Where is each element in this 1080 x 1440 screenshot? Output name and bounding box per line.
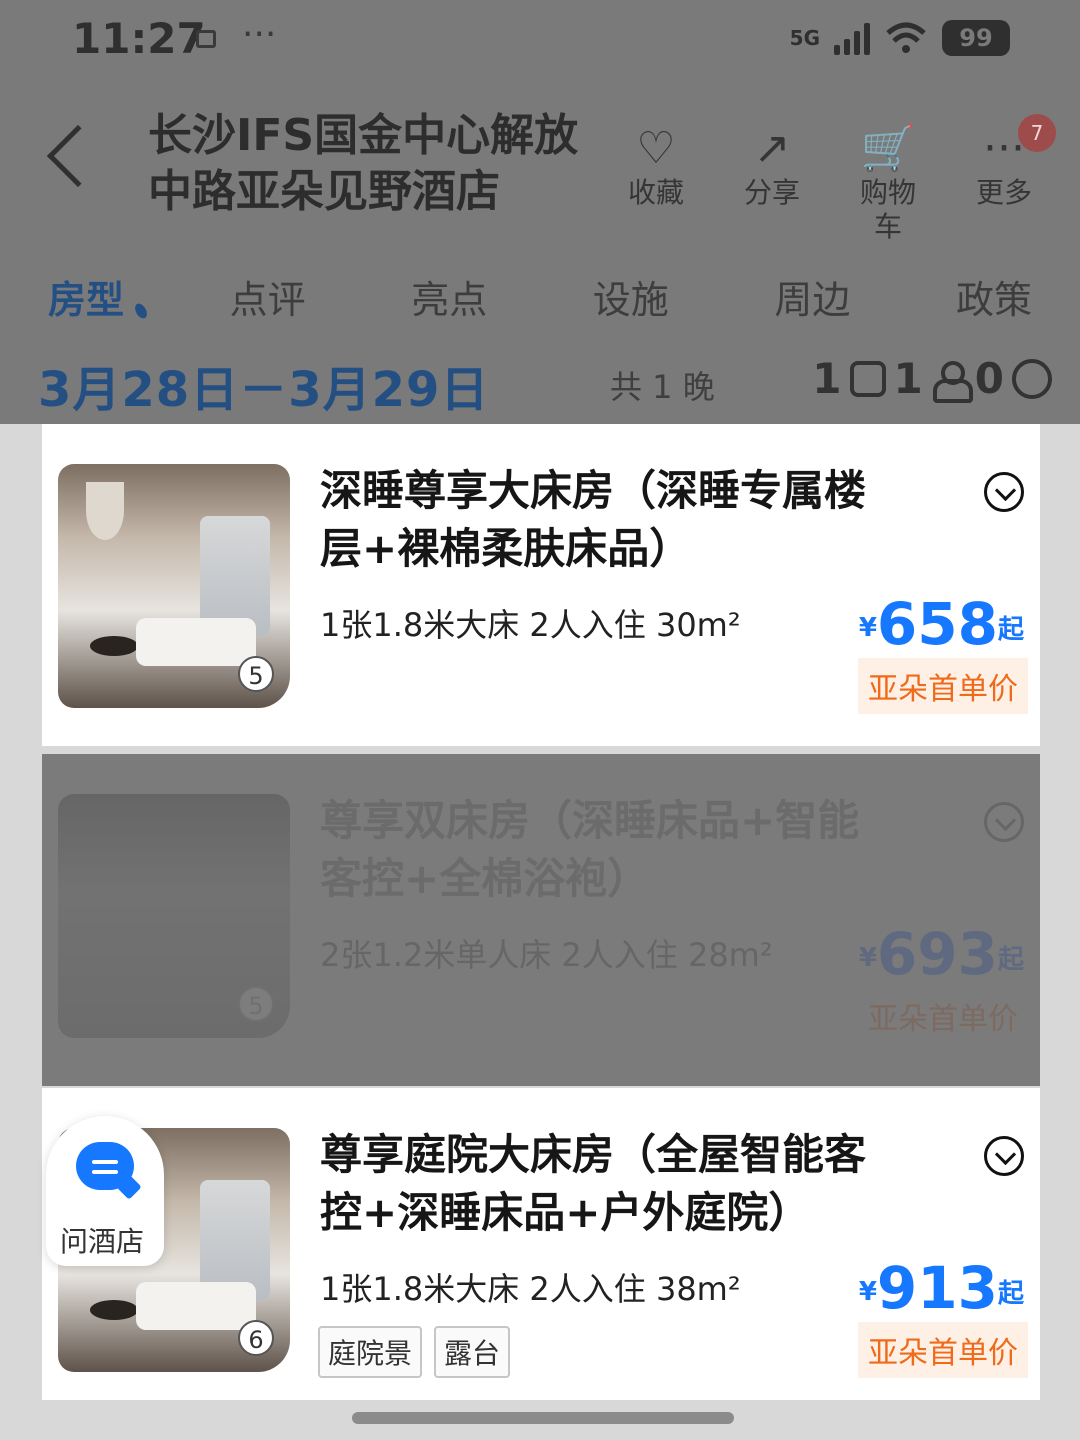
- currency-symbol: ¥: [858, 1277, 877, 1307]
- room-price: ¥913起: [859, 1254, 1024, 1322]
- room-card[interactable]: 5 尊享双床房（深睡床品+智能客控+全棉浴袍） 2张1.2米单人床 2人入住 2…: [42, 754, 1040, 1086]
- expand-icon[interactable]: [984, 472, 1024, 512]
- room-tags: 庭院景 露台: [318, 1326, 511, 1378]
- detail-tabs: 房型 点评 亮点 设施 周边 政策: [0, 250, 1080, 342]
- chat-icon: [76, 1142, 134, 1190]
- tab-facilities[interactable]: 设施: [593, 269, 669, 324]
- guest-summary[interactable]: 1 1 0: [812, 354, 1052, 403]
- price-amount: 913: [876, 1254, 998, 1322]
- wifi-icon: [886, 22, 926, 53]
- heart-plus-icon: ♡: [636, 123, 676, 174]
- more-status-icon: ···: [242, 14, 277, 55]
- cart-label: 购物车: [859, 176, 916, 243]
- price-amount: 693: [876, 920, 998, 988]
- bed-image-detail: [136, 618, 256, 666]
- stay-selector[interactable]: 3月28日－3月29日 共 1 晚 1 1 0: [0, 342, 1080, 424]
- table-image-detail: [90, 636, 138, 656]
- favorite-button[interactable]: ♡ 收藏: [616, 122, 696, 244]
- tab-nearby[interactable]: 周边: [774, 269, 850, 324]
- room-card[interactable]: 5 深睡尊享大床房（深睡专属楼层+裸棉柔肤床品） 1张1.8米大床 2人入住 3…: [42, 424, 1040, 746]
- room-title: 尊享庭院大床房（全屋智能客控+深睡床品+户外庭院）: [320, 1130, 867, 1237]
- signal-icon: [834, 21, 870, 55]
- table-image-detail: [90, 1300, 138, 1320]
- price-suffix: 起: [997, 945, 1024, 975]
- currency-symbol: ¥: [858, 613, 877, 643]
- network-type: 5G: [789, 26, 820, 50]
- cart-icon: 🛒: [860, 123, 916, 174]
- favorite-label: 收藏: [627, 176, 684, 209]
- tab-highlights[interactable]: 亮点: [411, 269, 487, 324]
- photo-count: 5: [238, 656, 274, 692]
- hotel-header: 长沙IFS国金中心解放中路亚朵见野酒店 ♡ 收藏 ↗ 分享 🛒 购物车 ··· …: [0, 80, 1080, 250]
- more-icon: ··· 7: [964, 114, 1056, 176]
- child-icon: [1012, 358, 1052, 399]
- header-actions: ♡ 收藏 ↗ 分享 🛒 购物车 ··· 7 更多: [616, 114, 1056, 244]
- tab-reviews[interactable]: 点评: [230, 269, 306, 324]
- share-button[interactable]: ↗ 分享: [732, 122, 812, 244]
- ask-hotel-label: 问酒店: [60, 1225, 145, 1258]
- adult-count: 1: [893, 354, 923, 403]
- price-suffix: 起: [997, 615, 1024, 645]
- date-range[interactable]: 3月28日－3月29日: [38, 350, 489, 420]
- photo-count: 6: [238, 1320, 274, 1356]
- bed-image-detail: [136, 1282, 256, 1330]
- more-label: 更多: [975, 176, 1032, 209]
- room-icon: [849, 360, 886, 397]
- room-photo[interactable]: 5: [58, 794, 290, 1038]
- more-button[interactable]: ··· 7 更多: [964, 114, 1056, 244]
- status-time: 11:27: [72, 14, 206, 63]
- child-count: 0: [974, 354, 1004, 403]
- status-bar: 11:27 ··· 5G 99: [0, 0, 1080, 80]
- room-price: ¥658起: [859, 590, 1024, 658]
- status-indicators: 5G 99: [790, 20, 1010, 56]
- battery-indicator: 99: [942, 20, 1010, 56]
- price-suffix: 起: [997, 1279, 1024, 1309]
- share-icon: ↗: [753, 123, 791, 174]
- lamp-image-detail: [86, 482, 124, 540]
- room-tag: 露台: [434, 1326, 511, 1378]
- expand-icon[interactable]: [984, 1136, 1024, 1176]
- photo-count: 5: [238, 986, 274, 1022]
- room-count: 1: [812, 354, 842, 403]
- promo-label: 亚朵首单价: [858, 658, 1028, 714]
- notification-badge: 7: [1018, 114, 1056, 152]
- room-title: 深睡尊享大床房（深睡专属楼层+裸棉柔肤床品）: [320, 466, 867, 573]
- cart-button[interactable]: 🛒 购物车: [848, 122, 928, 244]
- notification-icon: [196, 30, 216, 48]
- expand-icon[interactable]: [984, 802, 1024, 842]
- promo-label: 亚朵首单价: [858, 1322, 1028, 1378]
- tab-room-types[interactable]: 房型: [48, 269, 124, 324]
- room-card[interactable]: 6 尊享庭院大床房（全屋智能客控+深睡床品+户外庭院） 1张1.8米大床 2人入…: [42, 1088, 1040, 1400]
- back-icon[interactable]: [46, 124, 110, 188]
- room-title: 尊享双床房（深睡床品+智能客控+全棉浴袍）: [320, 796, 860, 903]
- promo-label: 亚朵首单价: [858, 988, 1028, 1044]
- home-indicator: [352, 1412, 734, 1424]
- room-price: ¥693起: [859, 920, 1024, 988]
- ask-hotel-button[interactable]: 问酒店: [46, 1116, 164, 1266]
- tab-policies[interactable]: 政策: [956, 269, 1032, 324]
- room-photo[interactable]: 5: [58, 464, 290, 708]
- share-label: 分享: [743, 176, 800, 209]
- price-amount: 658: [876, 590, 998, 658]
- room-meta: 2张1.2米单人床 2人入住 28m²: [320, 936, 773, 974]
- adult-icon: [931, 360, 973, 403]
- currency-symbol: ¥: [858, 943, 877, 973]
- night-count: 共 1 晚: [610, 368, 715, 406]
- room-tag: 庭院景: [318, 1326, 423, 1378]
- room-meta: 1张1.8米大床 2人入住 38m²: [320, 1270, 741, 1308]
- hotel-title: 长沙IFS国金中心解放中路亚朵见野酒店: [148, 110, 579, 217]
- room-meta: 1张1.8米大床 2人入住 30m²: [320, 606, 741, 644]
